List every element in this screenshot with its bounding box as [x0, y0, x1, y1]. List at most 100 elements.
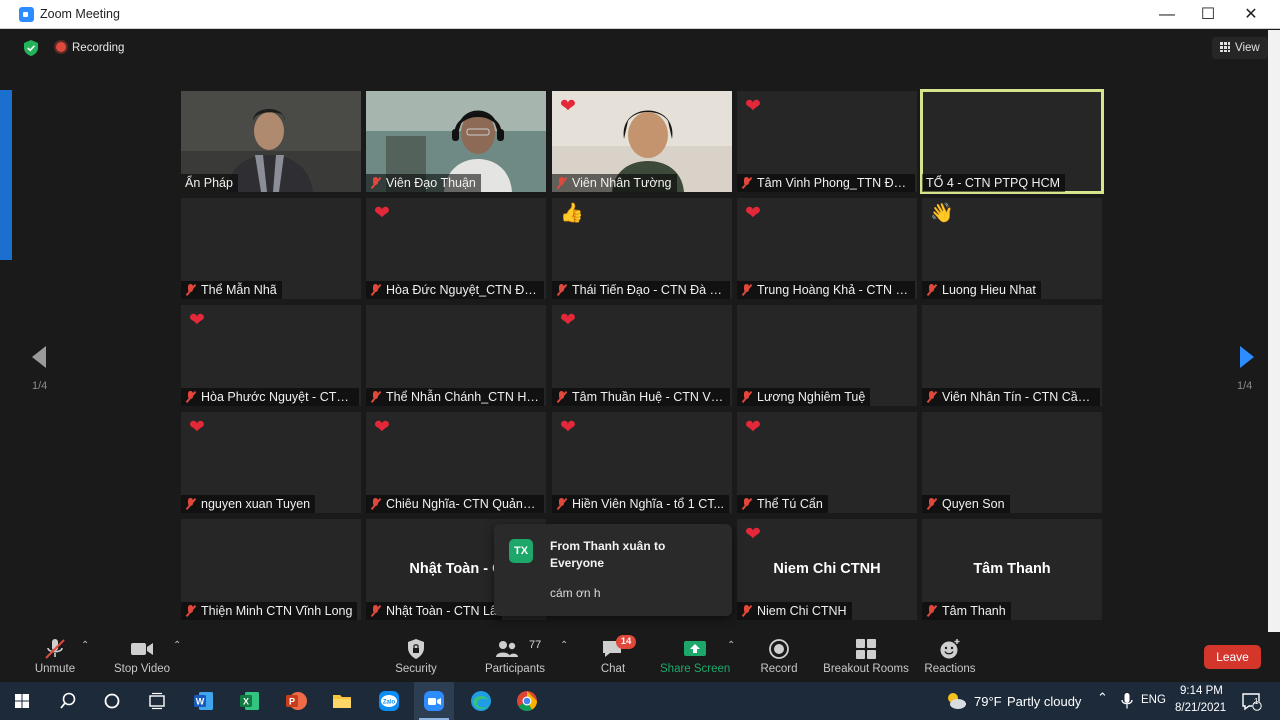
participant-name-label: Viên Nhân Tín - CTN Cần T... [922, 388, 1100, 406]
next-page-arrow-icon[interactable] [1238, 345, 1256, 369]
participant-tile[interactable]: Lương Nghiêm Tuệ [737, 305, 917, 406]
participant-name: Hiền Viên Nghĩa - tổ 1 CT... [572, 497, 724, 511]
participant-tile[interactable]: ❤ Trung Hoàng Khả - CTN HN [737, 198, 917, 299]
participant-tile[interactable]: Thiện Minh CTN Vĩnh Long [181, 519, 361, 620]
zalo-app-icon[interactable]: Zalo [375, 687, 403, 715]
participant-tile[interactable]: ❤ Tâm Thuần Huệ - CTN Vĩnh... [552, 305, 732, 406]
audio-options-chevron-icon[interactable]: ⌃ [81, 640, 89, 651]
participant-name: Tâm Thuần Huệ - CTN Vĩnh... [572, 390, 730, 404]
participant-tile[interactable]: ❤ nguyen xuan Tuyen [181, 412, 361, 513]
participant-tile[interactable]: Viên Đạo Thuận [366, 91, 546, 192]
participant-tile[interactable]: Thể Mẫn Nhã [181, 198, 361, 299]
weather-temperature[interactable]: 79°F [974, 694, 1002, 709]
maximize-button[interactable]: ☐ [1186, 0, 1230, 29]
clock-date[interactable]: 8/21/2021 [1175, 702, 1226, 714]
powerpoint-app-icon[interactable]: P [282, 687, 310, 715]
participant-tile[interactable]: 👋 Luong Hieu Nhat [922, 198, 1102, 299]
participant-display-name: Niem Chi CTNH [773, 561, 881, 577]
recording-indicator[interactable]: Recording [50, 38, 130, 58]
close-button[interactable]: ✕ [1229, 0, 1273, 29]
participant-tile[interactable]: Thể Nhẫn Chánh_CTN Hà ... [366, 305, 546, 406]
participant-name-label: Tâm Thanh [922, 602, 1011, 620]
chat-notification-popup[interactable]: TX From Thanh xuân to Everyone cám ơn h [494, 524, 732, 616]
reactions-button[interactable]: Reactions [922, 632, 978, 682]
search-icon[interactable] [54, 687, 82, 715]
participant-tile[interactable]: Tâm Thanh Tâm Thanh [922, 519, 1102, 620]
muted-mic-icon [556, 498, 568, 510]
security-button[interactable]: Security [390, 632, 442, 682]
cortana-icon[interactable] [98, 687, 126, 715]
participant-name: Viên Đạo Thuận [386, 176, 476, 190]
participant-name: Niem Chi CTNH [757, 604, 847, 618]
chat-button[interactable]: 14 Chat [592, 632, 636, 682]
participant-name-label: Ẩn Pháp [181, 174, 238, 192]
notification-center-icon[interactable] [1237, 687, 1265, 715]
share-screen-button[interactable]: Share Screen [660, 632, 730, 682]
participant-tile[interactable]: ❤ Chiêu Nghĩa- CTN Quảng ... [366, 412, 546, 513]
edge-browser-icon[interactable] [467, 687, 495, 715]
partly-cloudy-weather-icon[interactable] [942, 687, 970, 715]
heart-reaction-icon: ❤ [189, 417, 205, 438]
word-app-icon[interactable]: W [190, 687, 218, 715]
muted-mic-icon [926, 284, 938, 296]
video-options-chevron-icon[interactable]: ⌃ [173, 640, 181, 651]
tray-chevron-up-icon[interactable]: ⌃ [1097, 690, 1108, 706]
heart-reaction-icon: ❤ [745, 203, 761, 224]
input-language[interactable]: ENG [1141, 694, 1166, 706]
participant-name: Chiêu Nghĩa- CTN Quảng ... [386, 497, 544, 511]
breakout-rooms-button[interactable]: Breakout Rooms [820, 632, 912, 682]
chrome-browser-icon[interactable] [513, 687, 541, 715]
windows-start-icon[interactable] [8, 687, 36, 715]
heart-reaction-icon: ❤ [560, 96, 576, 117]
clock-time[interactable]: 9:14 PM [1180, 685, 1223, 697]
participant-tile[interactable]: ❤ Thể Tú Cẩn [737, 412, 917, 513]
wave-reaction-icon: 👋 [930, 203, 954, 224]
muted-mic-icon [370, 391, 382, 403]
previous-page-arrow-icon[interactable] [30, 345, 48, 369]
muted-mic-icon [926, 498, 938, 510]
participant-tile[interactable]: ❤ Hòa Phước Nguyệt - CTN ... [181, 305, 361, 406]
participant-tile[interactable]: ❤ Viên Nhân Tường [552, 91, 732, 192]
weather-description[interactable]: Partly cloudy [1007, 694, 1081, 709]
participant-tile[interactable]: ❤ Tâm Vinh Phong_TTN Đức ... [737, 91, 917, 192]
microphone-tray-icon[interactable] [1113, 687, 1141, 715]
task-view-icon[interactable] [143, 687, 171, 715]
leave-button[interactable]: Leave [1204, 645, 1261, 669]
excel-app-icon[interactable]: X [236, 687, 264, 715]
stop-video-button[interactable]: Stop Video [110, 632, 174, 682]
encryption-shield-icon[interactable] [24, 40, 38, 56]
participant-name-label: Hiền Viên Nghĩa - tổ 1 CT... [552, 495, 729, 513]
meeting-toolbar: Unmute ⌃ Stop Video ⌃ Security 77 Partic… [12, 632, 1268, 682]
participant-tile[interactable]: Quyen Son [922, 412, 1102, 513]
muted-mic-icon [556, 391, 568, 403]
share-options-chevron-icon[interactable]: ⌃ [727, 640, 735, 651]
video-camera-icon [131, 643, 153, 655]
record-icon [769, 639, 789, 659]
minimize-button[interactable]: — [1145, 0, 1189, 29]
participants-button[interactable]: 77 Participants [482, 632, 548, 682]
participant-tile[interactable]: Niem Chi CTNH ❤ Niem Chi CTNH [737, 519, 917, 620]
participant-tile[interactable]: 👍 Thái Tiến Đạo - CTN Đà N... [552, 198, 732, 299]
unmute-button[interactable]: Unmute [26, 632, 84, 682]
participant-tile[interactable]: TỔ 4 - CTN PTPQ HCM [920, 89, 1104, 194]
file-explorer-icon[interactable] [328, 687, 356, 715]
participant-name-label: Tâm Vinh Phong_TTN Đức ... [737, 174, 915, 192]
participant-tile[interactable]: Viên Nhân Tín - CTN Cần T... [922, 305, 1102, 406]
participant-name-label: Luong Hieu Nhat [922, 281, 1041, 299]
participant-name: Viên Nhân Tường [572, 176, 672, 190]
participant-tile[interactable]: Ẩn Pháp [181, 91, 361, 192]
svg-text:Zalo: Zalo [383, 700, 396, 706]
participant-name: Quyen Son [942, 497, 1005, 511]
chat-message-text: cám ơn h [550, 586, 601, 600]
chat-label: Chat [600, 663, 626, 675]
participants-options-chevron-icon[interactable]: ⌃ [560, 640, 568, 651]
breakout-rooms-icon [856, 639, 876, 659]
notification-count: 1 [1254, 697, 1259, 706]
record-button[interactable]: Record [756, 632, 802, 682]
participant-tile[interactable]: ❤ Hòa Đức Nguyệt_CTN Đà ... [366, 198, 546, 299]
zoom-app-taskbar-icon[interactable] [420, 687, 448, 715]
participant-tile[interactable]: ❤ Hiền Viên Nghĩa - tổ 1 CT... [552, 412, 732, 513]
participant-name-label: Thể Mẫn Nhã [181, 281, 282, 299]
view-button[interactable]: View [1212, 37, 1268, 59]
participant-name: Nhật Toàn - CTN Lâ [386, 604, 497, 618]
